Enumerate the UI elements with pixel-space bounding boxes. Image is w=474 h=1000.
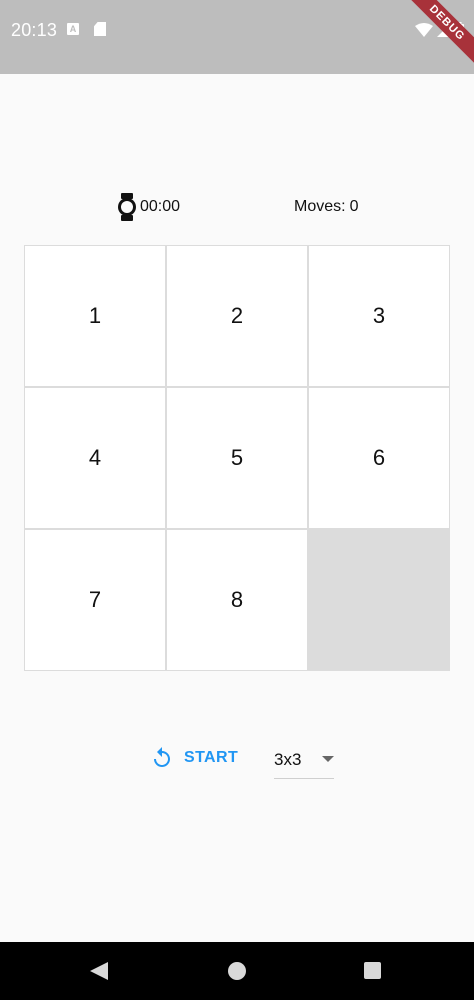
board-size-value: 3x3 — [274, 750, 302, 769]
start-button[interactable]: START — [150, 746, 238, 770]
moves-value: 0 — [349, 198, 359, 215]
caret-down-icon — [322, 756, 334, 762]
timer-value: 00:00 — [140, 198, 181, 215]
puzzle-tile[interactable]: 5 — [167, 388, 307, 528]
keyboard-icon: A — [67, 23, 79, 35]
home-icon[interactable] — [228, 962, 246, 980]
board-size-dropdown[interactable]: 3x3 — [274, 746, 334, 779]
puzzle-tile[interactable]: 1 — [25, 246, 165, 386]
controls-row: START 3x3 — [0, 740, 474, 780]
sd-card-icon — [94, 22, 106, 36]
puzzle-board: 1 2 3 4 5 6 7 8 — [24, 245, 450, 671]
puzzle-tile[interactable]: 8 — [167, 530, 307, 670]
puzzle-tile[interactable]: 3 — [309, 246, 449, 386]
wifi-icon — [415, 23, 433, 37]
moves-label: Moves: — [294, 198, 346, 215]
empty-tile — [309, 530, 449, 670]
refresh-icon — [154, 747, 170, 767]
system-nav-bar — [0, 942, 474, 1000]
puzzle-tile[interactable]: 2 — [167, 246, 307, 386]
status-time: 20:13 — [11, 20, 58, 40]
start-label: START — [184, 749, 239, 766]
back-icon[interactable] — [90, 962, 108, 980]
puzzle-tile[interactable]: 6 — [309, 388, 449, 528]
watch-icon — [118, 193, 136, 221]
status-bar: 20:13 A DEBUG — [0, 0, 474, 74]
timer: 00:00 — [116, 192, 180, 222]
moves-counter: Moves: 0 — [294, 198, 358, 216]
game-info-row: 00:00 Moves: 0 — [0, 190, 474, 224]
puzzle-tile[interactable]: 4 — [25, 388, 165, 528]
puzzle-tile[interactable]: 7 — [25, 530, 165, 670]
recents-icon[interactable] — [364, 962, 381, 979]
